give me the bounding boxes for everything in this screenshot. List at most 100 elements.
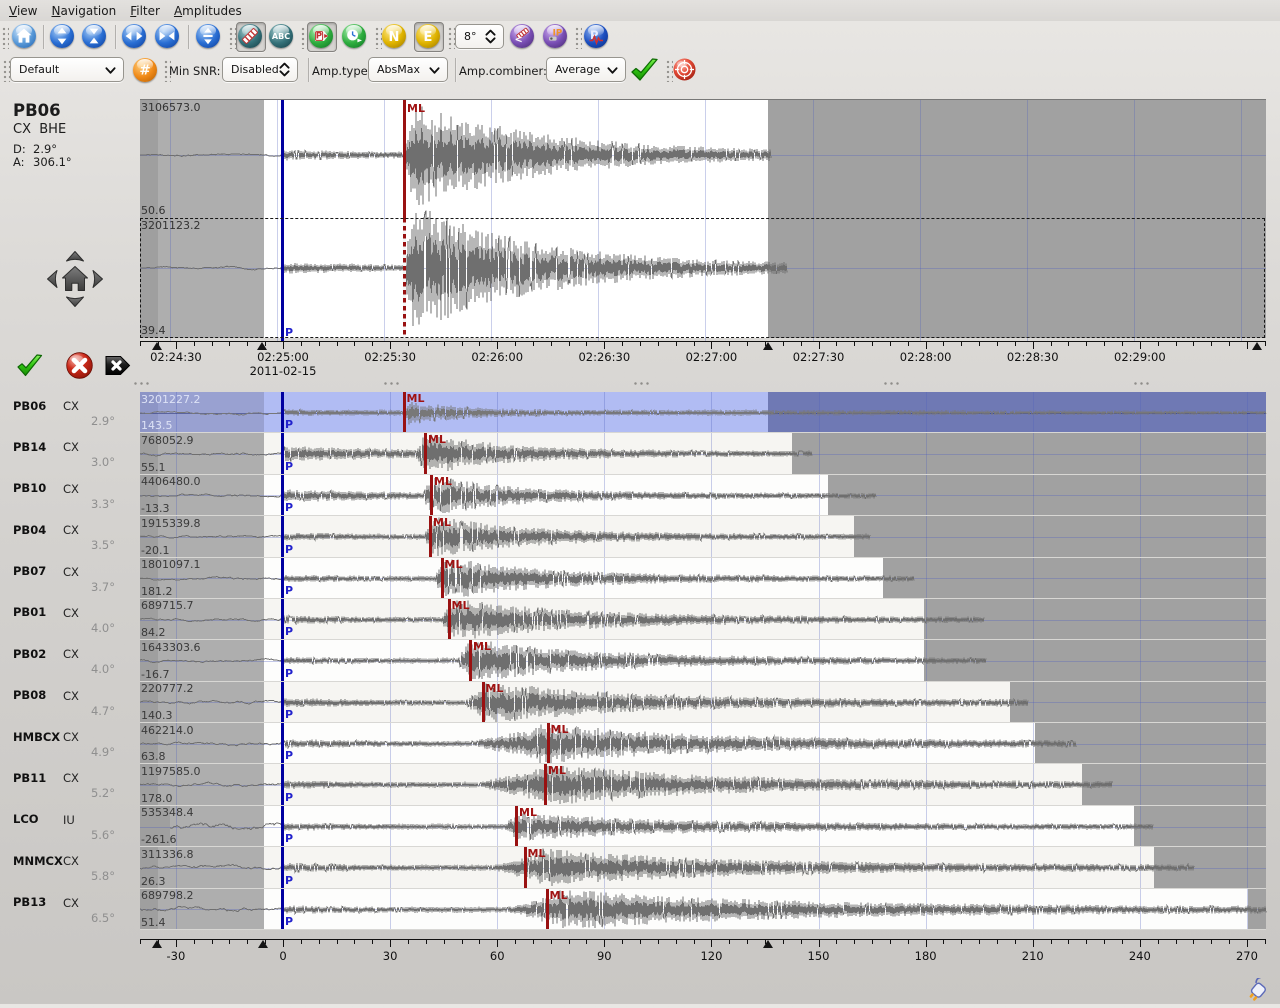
axis-drag-triangle[interactable]	[763, 342, 773, 350]
toolbar-handle[interactable]	[375, 27, 382, 49]
axis-drag-triangle[interactable]	[258, 940, 268, 948]
recalculate-amplitudes-button[interactable]	[630, 56, 660, 84]
axis-tick	[1122, 940, 1123, 944]
bottom-axis-label: 210	[1022, 949, 1044, 963]
station-row[interactable]: PB14CX3.0°PML768052.955.1	[0, 433, 1280, 474]
axis-tick	[926, 342, 927, 349]
station-row[interactable]: PB06CX2.9°PML3201227.2143.5	[0, 392, 1280, 433]
station-row[interactable]: LCOIU5.6°PML535348.4-261.6	[0, 806, 1280, 847]
axis-tick	[1193, 342, 1194, 346]
toolbar-handle[interactable]	[666, 60, 673, 82]
station-row[interactable]: PB07CX3.7°PML1801097.1181.2	[0, 558, 1280, 599]
min-distance-icon[interactable]: <	[510, 24, 534, 48]
amp-type-select[interactable]: AbsMax	[368, 57, 448, 82]
amp-type-select-value: AbsMax	[377, 63, 420, 76]
expand-vertical-icon[interactable]	[50, 24, 74, 48]
menu-item-navigation[interactable]: Navigation	[44, 2, 123, 20]
ml-marker-label: ML	[550, 889, 568, 902]
row-min-amplitude: 26.3	[141, 876, 166, 887]
axis-tick	[1068, 940, 1069, 944]
station-row[interactable]: HMBCXCX4.9°PML462214.063.8	[0, 723, 1280, 764]
toolbar-handle[interactable]	[3, 60, 10, 82]
toolbar-handle[interactable]	[229, 27, 236, 49]
axis-tick	[890, 940, 891, 944]
ml-marker-label: ML	[433, 516, 451, 529]
axis-tick	[390, 342, 391, 349]
row-max-amplitude: 462214.0	[141, 725, 194, 736]
axis-tick	[997, 940, 998, 944]
fit-vertical-icon[interactable]	[196, 24, 220, 48]
station-row[interactable]: PB08CX4.7°PML220777.2140.3	[0, 682, 1280, 723]
rotation-spinbox[interactable]: 8°	[455, 24, 504, 49]
spinbox-arrows-icon	[485, 29, 496, 44]
row-max-amplitude: 1915339.8	[141, 518, 201, 529]
ml-marker-line	[424, 433, 427, 474]
axis-drag-triangle[interactable]	[152, 940, 162, 948]
axis-tick	[479, 940, 480, 944]
row-min-amplitude: 140.3	[141, 710, 173, 721]
N-glyph: N	[382, 24, 406, 48]
axis-tick	[872, 940, 873, 944]
axis-tick	[1104, 342, 1105, 346]
relative-time-icon[interactable]	[342, 24, 366, 48]
bottom-axis-label: 30	[383, 949, 398, 963]
axis-drag-triangle[interactable]	[763, 940, 773, 948]
axis-tick	[1104, 940, 1105, 944]
station-row[interactable]: PB01CX4.0°PML689715.784.2	[0, 599, 1280, 640]
splitter-dots[interactable]	[634, 382, 650, 385]
show-trace-labels-icon[interactable]: ABC	[269, 24, 293, 48]
normalize-amplitudes-icon[interactable]	[238, 24, 262, 48]
menu-item-amplitudes[interactable]: Amplitudes	[167, 2, 249, 20]
toolbar-handle[interactable]	[575, 27, 582, 49]
expandV-glyph	[50, 24, 74, 48]
compress-vertical-icon[interactable]	[82, 24, 106, 48]
relocate-button[interactable]	[673, 58, 696, 81]
skip-trace-button[interactable]	[105, 355, 131, 376]
axis-drag-triangle[interactable]	[1252, 342, 1262, 350]
filter-profile-select[interactable]: Default	[10, 57, 124, 82]
hash-filter-button[interactable]: #	[133, 58, 157, 82]
axis-tick	[444, 940, 445, 944]
amp-combiner-select[interactable]: Average	[546, 57, 626, 82]
axis-tick	[533, 342, 534, 346]
station-row[interactable]: PB13CX6.5°PML689798.251.4	[0, 889, 1280, 930]
p-waveform-icon[interactable]: P	[584, 24, 608, 48]
axis-tick	[497, 940, 498, 947]
station-row[interactable]: PB02CX4.0°PML1643303.6-16.7	[0, 640, 1280, 681]
ip-icon[interactable]: IP	[543, 24, 567, 48]
home-icon[interactable]	[12, 24, 36, 48]
station-row[interactable]: PB04CX3.5°PML1915339.8-20.1	[0, 516, 1280, 557]
splitter-dots[interactable]	[384, 382, 400, 385]
show-picks-icon[interactable]: P	[309, 24, 333, 48]
axis-drag-triangle[interactable]	[257, 342, 267, 350]
axis-tick	[1247, 342, 1248, 349]
row-min-amplitude: 84.2	[141, 627, 166, 638]
ruler-glyph	[238, 24, 262, 48]
axis-tick	[426, 342, 427, 346]
splitter-dots[interactable]	[884, 382, 900, 385]
station-row[interactable]: PB10CX3.3°PML4406480.0-13.3	[0, 475, 1280, 516]
p-marker-line	[281, 847, 284, 888]
station-row[interactable]: PB11CX5.2°PML1197585.0178.0	[0, 764, 1280, 805]
axis-tick	[622, 342, 623, 346]
toolbar-handle[interactable]	[2, 27, 9, 49]
axis-tick	[229, 342, 230, 346]
splitter-dots[interactable]	[134, 382, 150, 385]
reject-button[interactable]	[66, 352, 93, 379]
menu-item-filter[interactable]: Filter	[123, 2, 167, 20]
axis-tick	[462, 342, 463, 346]
compress-horizontal-icon[interactable]	[155, 24, 179, 48]
north-component-icon[interactable]: N	[382, 24, 406, 48]
confirm-button[interactable]	[16, 353, 44, 379]
splitter-dots[interactable]	[1134, 382, 1150, 385]
east-component-icon[interactable]: E	[416, 24, 440, 48]
axis-tick	[212, 342, 213, 346]
axis-drag-triangle[interactable]	[152, 342, 162, 350]
expand-horizontal-icon[interactable]	[122, 24, 146, 48]
bottom-axis-label: 0	[279, 949, 286, 963]
toolbar-handle[interactable]	[448, 27, 455, 49]
ml-marker-label: ML	[486, 682, 504, 695]
min-snr-spinbox[interactable]: Disabled	[222, 57, 298, 82]
menu-item-view[interactable]: View	[2, 2, 44, 20]
station-row[interactable]: MNMCXCX5.8°PML311336.826.3	[0, 847, 1280, 888]
